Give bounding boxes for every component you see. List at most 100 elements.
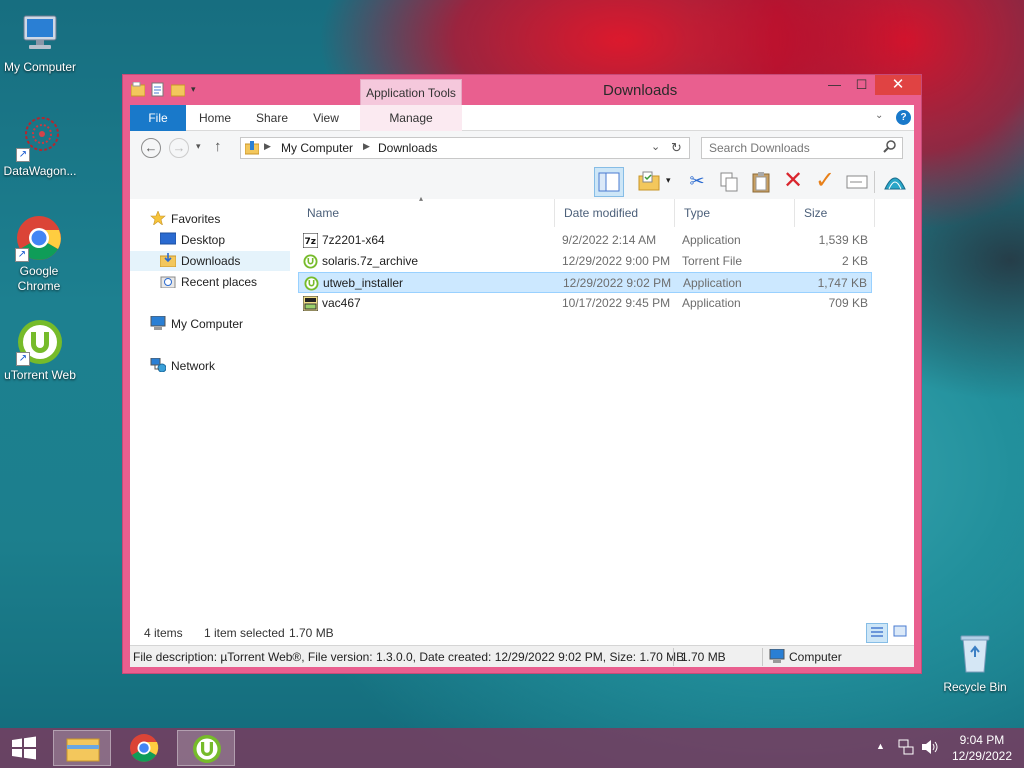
title-bar[interactable]: ▾ Application Tools Downloads — ☐ ✕ bbox=[123, 75, 921, 105]
file-date: 12/29/2022 9:00 PM bbox=[562, 254, 671, 268]
refresh-icon[interactable]: ↻ bbox=[671, 140, 682, 156]
expand-ribbon-chevron-icon[interactable]: ⌄ bbox=[875, 110, 883, 121]
desktop-icon-recycle-bin[interactable]: Recycle Bin bbox=[935, 630, 1015, 695]
help-icon[interactable]: ? bbox=[896, 110, 911, 125]
recent-places-icon bbox=[160, 274, 176, 289]
minimize-button[interactable]: — bbox=[821, 75, 848, 95]
star-icon bbox=[150, 210, 166, 226]
paste-icon[interactable] bbox=[746, 167, 776, 197]
show-hidden-icons-icon[interactable]: ▲ bbox=[876, 741, 885, 751]
cut-icon[interactable]: ✂ bbox=[682, 167, 712, 197]
search-input[interactable]: Search Downloads bbox=[701, 137, 903, 159]
details-view-button[interactable] bbox=[866, 623, 888, 643]
tab-file[interactable]: File bbox=[130, 105, 186, 131]
tab-share[interactable]: Share bbox=[248, 105, 296, 131]
rename-icon[interactable] bbox=[842, 167, 872, 197]
desktop-icon-datawagon[interactable]: ↗ DataWagon... bbox=[0, 114, 80, 179]
tab-view[interactable]: View bbox=[304, 105, 348, 131]
file-size: 1,747 KB bbox=[817, 276, 867, 290]
file-row[interactable]: vac467 10/17/2022 9:45 PM Application 70… bbox=[298, 293, 872, 314]
nav-network[interactable]: Network bbox=[150, 356, 215, 376]
file-date: 9/2/2022 2:14 AM bbox=[562, 233, 657, 247]
utorrent-icon bbox=[304, 276, 319, 291]
nav-downloads[interactable]: Downloads bbox=[130, 251, 290, 271]
address-row: ← → ▾ ↑ ▶ My Computer ▶ Downloads ⌄ ↻ Se… bbox=[130, 131, 914, 165]
file-date: 12/29/2022 9:02 PM bbox=[563, 276, 672, 290]
maximize-button[interactable]: ☐ bbox=[848, 75, 875, 95]
properties-icon[interactable] bbox=[151, 82, 165, 97]
folder-options-icon[interactable] bbox=[634, 167, 664, 197]
nav-desktop[interactable]: Desktop bbox=[159, 230, 225, 250]
column-header-type[interactable]: Type bbox=[675, 199, 795, 227]
delete-icon[interactable]: ✕ bbox=[778, 167, 808, 197]
installer-icon bbox=[302, 295, 319, 312]
explorer-window: ▾ Application Tools Downloads — ☐ ✕ File… bbox=[122, 74, 922, 674]
desktop-icon-my-computer[interactable]: My Computer bbox=[0, 10, 80, 75]
folder-options-chevron-icon[interactable]: ▾ bbox=[666, 175, 671, 186]
desktop-icon-label: Google Chrome bbox=[17, 264, 61, 293]
quick-access-toolbar: ▾ bbox=[130, 81, 201, 97]
file-size: 1,539 KB bbox=[818, 233, 868, 247]
close-button[interactable]: ✕ bbox=[875, 75, 921, 95]
large-icons-view-button[interactable] bbox=[890, 623, 912, 643]
copy-icon[interactable] bbox=[714, 167, 744, 197]
desktop-icon-google-chrome[interactable]: ↗ Google Chrome bbox=[0, 214, 78, 294]
forward-button[interactable]: → bbox=[169, 138, 189, 158]
content-area: Favorites Desktop Downloads Recent place… bbox=[130, 194, 914, 623]
taskbar-file-explorer[interactable] bbox=[53, 730, 111, 766]
desktop-icon-utorrent-web[interactable]: ↗ uTorrent Web bbox=[0, 318, 80, 383]
address-dropdown-chevron-icon[interactable]: ⌄ bbox=[651, 140, 660, 153]
new-folder-icon[interactable] bbox=[170, 82, 186, 97]
preview-pane-button[interactable] bbox=[594, 167, 624, 197]
file-row[interactable]: solaris.7z_archive 12/29/2022 9:00 PM To… bbox=[298, 251, 872, 272]
tab-manage[interactable]: Manage bbox=[380, 105, 442, 131]
nav-favorites[interactable]: Favorites bbox=[150, 209, 220, 229]
start-button[interactable] bbox=[10, 736, 38, 760]
clock-time: 9:04 PM bbox=[959, 733, 1005, 747]
desktop-icon-label: My Computer bbox=[3, 60, 77, 74]
desktop-icon-label: DataWagon... bbox=[3, 164, 77, 178]
back-button[interactable]: ← bbox=[141, 138, 161, 158]
network-tray-icon[interactable] bbox=[898, 739, 914, 758]
details-bar: File description: µTorrent Web®, File ve… bbox=[130, 645, 914, 667]
details-location: Computer bbox=[789, 650, 842, 664]
address-bar[interactable]: ▶ My Computer ▶ Downloads ⌄ ↻ bbox=[240, 137, 690, 159]
file-type: Application bbox=[682, 233, 741, 247]
shortcut-arrow-icon: ↗ bbox=[16, 352, 30, 366]
taskbar-chrome[interactable] bbox=[115, 730, 173, 766]
taskbar-utorrent[interactable] bbox=[177, 730, 235, 766]
column-header-date-modified[interactable]: Date modified bbox=[555, 199, 675, 227]
computer-icon bbox=[150, 315, 166, 330]
nav-my-computer[interactable]: My Computer bbox=[150, 314, 243, 334]
search-icon bbox=[883, 140, 896, 157]
details-size: 1.70 MB bbox=[681, 650, 726, 664]
chrome-icon: ↗ bbox=[15, 214, 63, 262]
file-row-selected[interactable]: utweb_installer 12/29/2022 9:02 PM Appli… bbox=[298, 272, 872, 293]
customize-qat-chevron-icon[interactable]: ▾ bbox=[191, 82, 201, 97]
recent-locations-chevron-icon[interactable]: ▾ bbox=[196, 141, 201, 152]
selection-size: 1.70 MB bbox=[289, 626, 334, 640]
file-description: File description: µTorrent Web®, File ve… bbox=[133, 650, 685, 664]
nav-recent-places[interactable]: Recent places bbox=[160, 272, 257, 292]
chrome-icon bbox=[130, 734, 159, 762]
column-header-size[interactable]: Size bbox=[795, 199, 875, 227]
desktop-icon bbox=[159, 232, 177, 246]
computer-icon bbox=[769, 648, 785, 666]
breadcrumb-separator-icon: ▶ bbox=[264, 141, 271, 151]
column-header-name[interactable]: Name bbox=[298, 199, 555, 227]
file-type: Application bbox=[682, 296, 741, 310]
utorrent-icon: ↗ bbox=[16, 318, 64, 366]
clock[interactable]: 9:04 PM 12/29/2022 bbox=[952, 732, 1012, 764]
breadcrumb-downloads[interactable]: Downloads bbox=[378, 141, 437, 155]
desktop-icon-label: uTorrent Web bbox=[4, 368, 76, 382]
shortcut-arrow-icon: ↗ bbox=[16, 148, 30, 162]
shell-icon[interactable] bbox=[880, 167, 910, 197]
folder-icon[interactable] bbox=[130, 81, 146, 97]
file-name: vac467 bbox=[322, 296, 361, 310]
up-button[interactable]: ↑ bbox=[214, 138, 222, 155]
file-row[interactable]: 7z 7z2201-x64 9/2/2022 2:14 AM Applicati… bbox=[298, 230, 872, 251]
tab-home[interactable]: Home bbox=[190, 105, 240, 131]
breadcrumb-my-computer[interactable]: My Computer bbox=[281, 141, 353, 155]
volume-icon[interactable] bbox=[921, 739, 939, 758]
checkmark-icon[interactable]: ✓ bbox=[810, 167, 840, 197]
